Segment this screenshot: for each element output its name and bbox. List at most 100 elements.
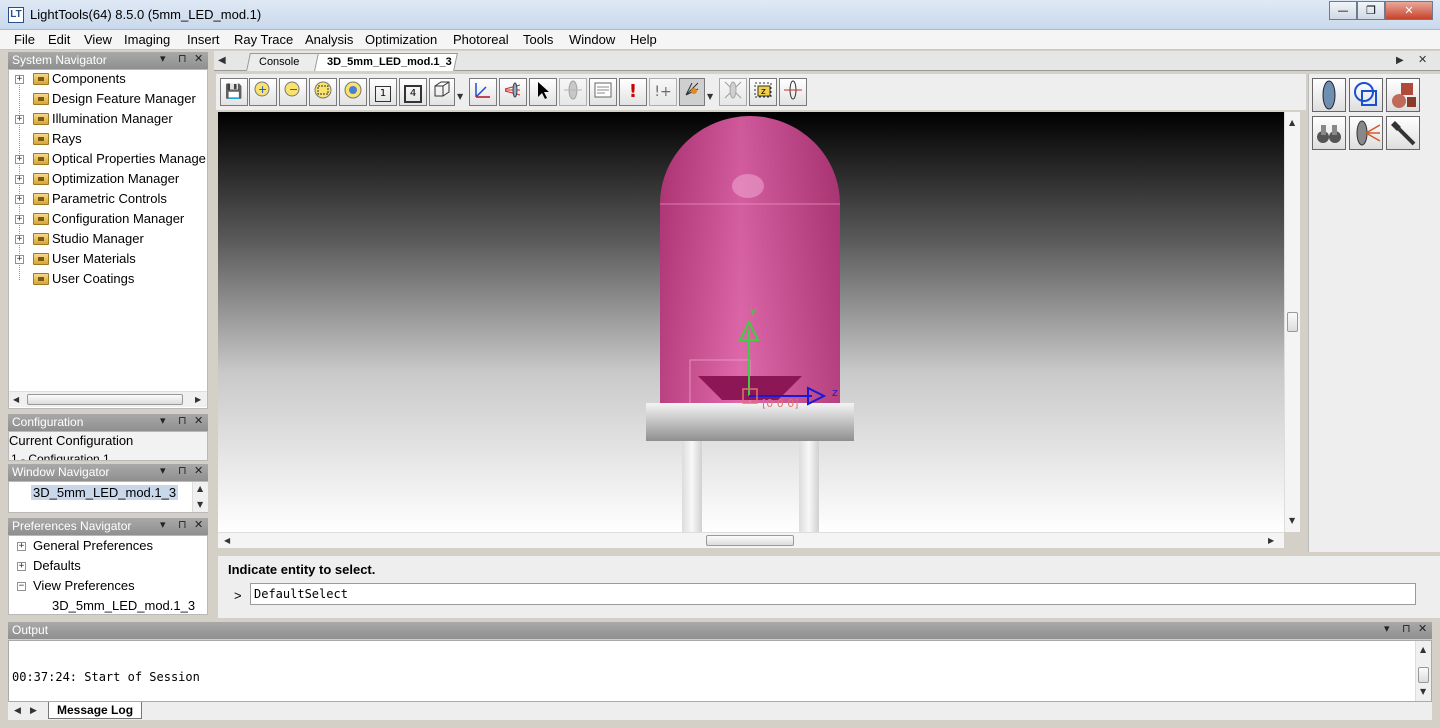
pin-icon[interactable]: ⊓ — [178, 52, 187, 65]
lens-element-button[interactable] — [559, 78, 587, 106]
close-icon[interactable]: ✕ — [1418, 622, 1427, 635]
arrow-right-icon[interactable]: ▶ — [1268, 536, 1274, 545]
lens-tool-button[interactable] — [1312, 78, 1346, 112]
error-check-button[interactable]: ! — [619, 78, 647, 106]
render-mode-button[interactable] — [429, 78, 455, 106]
restore-button[interactable]: ❐ — [1357, 1, 1385, 20]
menu-view[interactable]: View — [84, 32, 112, 47]
system-navigator-hscrollbar[interactable]: ◀ ▶ — [9, 391, 207, 407]
source-tool-button[interactable] — [1349, 116, 1383, 150]
pin-icon[interactable]: ⊓ — [178, 464, 187, 477]
close-icon[interactable]: ✕ — [194, 52, 203, 65]
svg-text:+: + — [258, 83, 267, 96]
menu-bar: File Edit View Imaging Insert Ray Trace … — [0, 30, 1440, 50]
arrow-left-icon[interactable]: ◀ — [13, 395, 19, 404]
zoom-in-icon: + — [254, 81, 270, 97]
close-icon[interactable]: ✕ — [194, 414, 203, 427]
dimension-button[interactable] — [779, 78, 807, 106]
close-icon[interactable]: ✕ — [194, 518, 203, 531]
add-point-button[interactable]: !+ — [649, 78, 677, 106]
menu-help[interactable]: Help — [630, 32, 657, 47]
close-icon[interactable]: ✕ — [1418, 53, 1427, 66]
minimize-button[interactable]: — — [1329, 1, 1357, 20]
window-title: LightTools(64) 8.5.0 (5mm_LED_mod.1) — [30, 7, 262, 22]
arrow-left-icon[interactable]: ◀ — [14, 706, 21, 716]
arrow-right-icon[interactable]: ▶ — [30, 706, 37, 716]
zoom-fit-button[interactable] — [339, 78, 367, 106]
zoom-window-button[interactable] — [309, 78, 337, 106]
arrow-down-icon[interactable]: ▼ — [197, 500, 203, 509]
properties-button[interactable] — [589, 78, 617, 106]
viewport-vscrollbar[interactable]: ▲ ▼ — [1284, 112, 1300, 532]
menu-edit[interactable]: Edit — [48, 32, 70, 47]
menu-tools[interactable]: Tools — [523, 32, 553, 47]
arrow-right-icon[interactable]: ▶ — [195, 395, 201, 404]
solid-tool-button[interactable] — [1386, 78, 1420, 112]
scrollbar-thumb[interactable] — [1418, 667, 1429, 683]
pin-icon[interactable]: ⊓ — [178, 518, 187, 531]
save-button[interactable]: 💾 — [220, 78, 248, 106]
chevron-down-icon[interactable]: ▼ — [707, 92, 713, 101]
menu-imaging[interactable]: Imaging — [124, 32, 170, 47]
system-navigator-header: System Navigator ▾ ⊓ ✕ — [8, 52, 208, 69]
viewport-hscrollbar[interactable]: ◀ ▶ — [218, 532, 1284, 548]
arrow-left-icon[interactable]: ◀ — [224, 536, 230, 545]
menu-file[interactable]: File — [14, 32, 35, 47]
ray-display-button[interactable] — [679, 78, 705, 106]
preferences-navigator-header: Preferences Navigator ▾ ⊓ ✕ — [8, 518, 208, 535]
surface-tool-button[interactable] — [1349, 78, 1383, 112]
light-source-button[interactable] — [499, 78, 527, 106]
chevron-down-icon[interactable]: ▾ — [160, 52, 166, 65]
menu-window[interactable]: Window — [569, 32, 615, 47]
quad-view-button[interactable]: 4 — [399, 78, 427, 106]
command-input[interactable]: DefaultSelect — [250, 583, 1416, 605]
close-icon[interactable]: ✕ — [194, 464, 203, 477]
output-title: Output — [12, 623, 49, 637]
scrollbar-thumb[interactable] — [27, 394, 183, 405]
pin-icon[interactable]: ⊓ — [178, 414, 187, 427]
chevron-down-icon[interactable]: ▼ — [457, 92, 463, 101]
shapes-icon — [1354, 82, 1377, 106]
command-area: Indicate entity to select. > DefaultSele… — [218, 556, 1440, 618]
scrollbar-thumb[interactable] — [706, 535, 794, 546]
folder-icon — [33, 193, 49, 205]
receiver-tool-button[interactable] — [1312, 116, 1346, 150]
light-source-icon — [1356, 120, 1381, 146]
tab-scroll-left-icon[interactable]: ◀ — [218, 55, 226, 66]
tab-console[interactable]: Console — [246, 53, 320, 71]
menu-optimization[interactable]: Optimization — [365, 32, 437, 47]
arrow-down-icon[interactable]: ▼ — [1420, 687, 1426, 696]
arrow-down-icon[interactable]: ▼ — [1289, 516, 1295, 525]
window-item[interactable]: 3D_5mm_LED_mod.1_3 — [31, 485, 179, 500]
pin-icon[interactable]: ⊓ — [1402, 622, 1411, 635]
configuration-select[interactable]: 1 - Configuration 1 — [11, 452, 110, 460]
app-icon: LT — [8, 7, 24, 23]
chevron-down-icon[interactable]: ▾ — [160, 518, 166, 531]
tab-3d-view[interactable]: 3D_5mm_LED_mod.1_3 — [314, 53, 458, 71]
window-navigator-vscrollbar[interactable]: ▲ ▼ — [192, 482, 208, 512]
arrow-up-icon[interactable]: ▲ — [1289, 118, 1295, 127]
single-view-button[interactable]: 1 — [369, 78, 397, 106]
close-button[interactable]: ✕ — [1385, 1, 1433, 20]
menu-photoreal[interactable]: Photoreal — [453, 32, 509, 47]
tab-message-log[interactable]: Message Log — [48, 702, 143, 719]
3d-viewport[interactable]: y z [0 0 0] — [218, 112, 1284, 532]
utilities-tool-button[interactable] — [1386, 116, 1420, 150]
arrow-up-icon[interactable]: ▲ — [1420, 645, 1426, 654]
ray-trace-button[interactable] — [719, 78, 747, 106]
select-button[interactable] — [529, 78, 557, 106]
coordinate-axes-button[interactable] — [469, 78, 497, 106]
menu-insert[interactable]: Insert — [187, 32, 220, 47]
menu-analysis[interactable]: Analysis — [305, 32, 353, 47]
chevron-down-icon[interactable]: ▾ — [160, 464, 166, 477]
z-lock-button[interactable]: z — [749, 78, 777, 106]
menu-ray-trace[interactable]: Ray Trace — [234, 32, 293, 47]
arrow-up-icon[interactable]: ▲ — [197, 484, 203, 493]
zoom-in-button[interactable]: + — [249, 78, 277, 106]
chevron-down-icon[interactable]: ▾ — [1384, 622, 1390, 635]
tab-scroll-right-icon[interactable]: ▶ — [1396, 55, 1404, 66]
output-vscrollbar[interactable]: ▲ ▼ — [1415, 641, 1431, 701]
zoom-out-button[interactable]: − — [279, 78, 307, 106]
chevron-down-icon[interactable]: ▾ — [160, 414, 166, 427]
scrollbar-thumb[interactable] — [1287, 312, 1298, 332]
